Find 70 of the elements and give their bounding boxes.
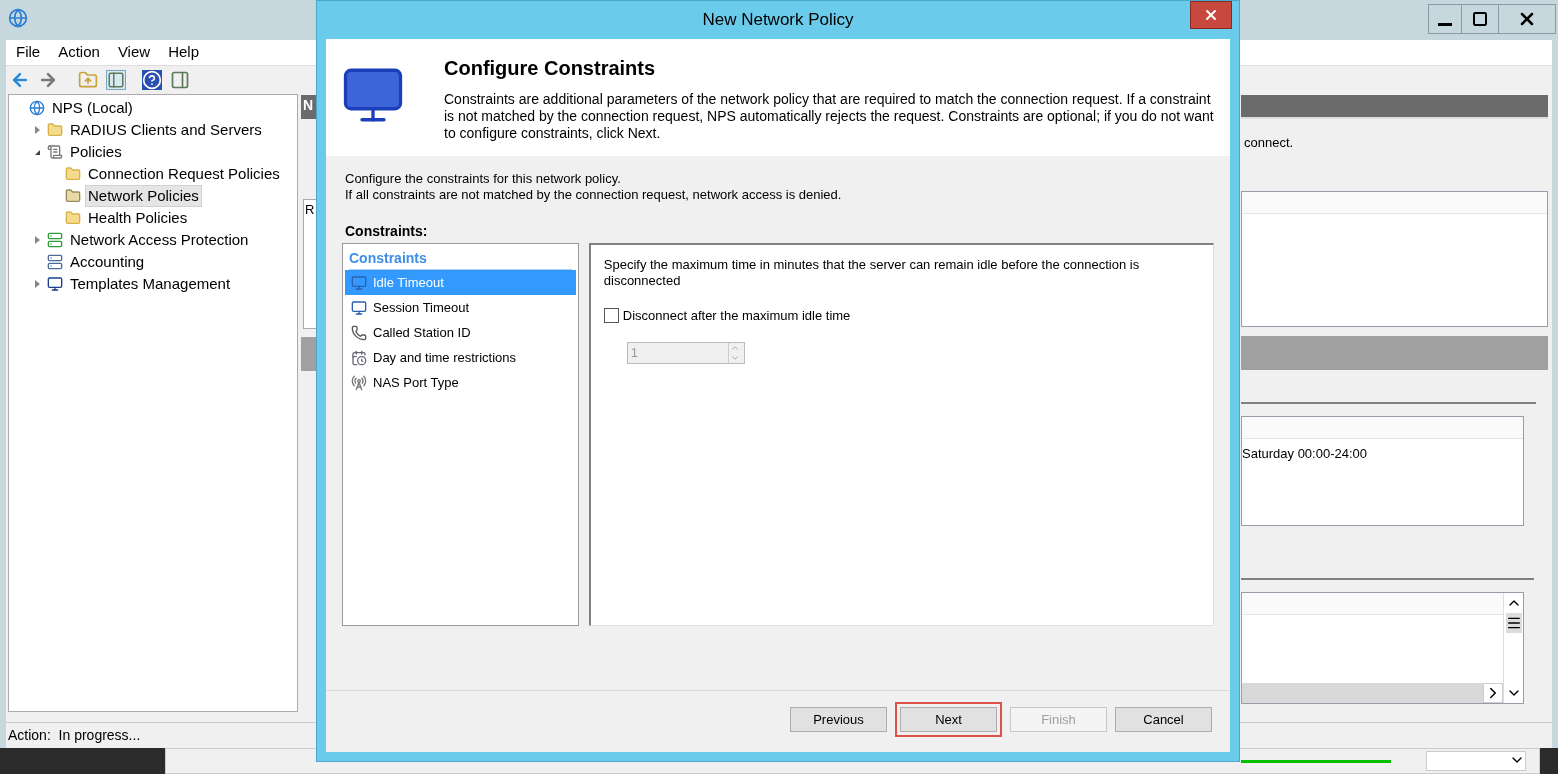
checkbox-label[interactable]: Disconnect after the maximum idle time bbox=[622, 306, 851, 326]
panel-icon[interactable] bbox=[170, 70, 190, 90]
tree-item[interactable]: Connection Request Policies bbox=[85, 163, 283, 185]
expand-arrow-icon[interactable] bbox=[35, 126, 40, 134]
pane-header: N bbox=[301, 95, 317, 119]
page-heading: Configure Constraints bbox=[444, 56, 657, 81]
monitor-icon bbox=[351, 299, 367, 316]
constraint-item[interactable]: Day and time restrictions bbox=[345, 345, 576, 370]
server-icon bbox=[47, 254, 63, 270]
calendar-clock-icon bbox=[351, 349, 367, 366]
collapse-arrow-icon[interactable] bbox=[35, 149, 40, 155]
tree-item[interactable]: Policies bbox=[67, 141, 125, 163]
scroll-thumb-icon[interactable] bbox=[1505, 612, 1522, 633]
menu-item[interactable]: View bbox=[117, 41, 151, 64]
phone-icon bbox=[351, 324, 367, 341]
back-icon[interactable] bbox=[10, 70, 30, 90]
menu-item[interactable]: File bbox=[16, 41, 41, 64]
tree-item[interactable]: Network Access Protection bbox=[67, 229, 252, 251]
folder-icon bbox=[47, 122, 63, 138]
folder-icon bbox=[65, 188, 81, 204]
monitor-icon bbox=[351, 274, 367, 291]
tree-item[interactable]: RADIUS Clients and Servers bbox=[67, 119, 265, 141]
close-button[interactable] bbox=[1498, 4, 1556, 34]
antenna-icon bbox=[351, 374, 367, 391]
vertical-scrollbar[interactable] bbox=[1503, 592, 1523, 703]
minimize-icon bbox=[1438, 23, 1452, 26]
section-bar bbox=[301, 337, 317, 371]
expand-arrow-icon[interactable] bbox=[35, 280, 40, 288]
minimize-button[interactable] bbox=[1428, 4, 1462, 34]
constraint-item[interactable]: Session Timeout bbox=[345, 295, 576, 320]
monitor-icon bbox=[47, 276, 63, 292]
folder-icon bbox=[65, 210, 81, 226]
expand-arrow-icon[interactable] bbox=[35, 236, 40, 244]
description-text: connect. bbox=[1244, 134, 1295, 152]
menu-item[interactable]: Action bbox=[58, 41, 100, 64]
intro-text: If all constraints are not matched by the connection request, network access is denied. bbox=[345, 187, 843, 203]
maximize-icon bbox=[1472, 11, 1488, 27]
wizard-button[interactable]: Cancel bbox=[1115, 707, 1212, 733]
globe-icon bbox=[29, 100, 45, 116]
tree-item[interactable]: Templates Management bbox=[67, 273, 234, 295]
column-header[interactable]: R bbox=[304, 200, 316, 220]
dialog-title: New Network Policy bbox=[702, 9, 854, 32]
tree-item[interactable]: Network Policies bbox=[85, 185, 202, 207]
help-icon[interactable] bbox=[142, 70, 162, 90]
scroll-right-icon[interactable] bbox=[1483, 682, 1503, 703]
status-text: Action: In progress... bbox=[7, 726, 141, 745]
close-icon bbox=[1203, 7, 1219, 23]
constraint-item[interactable]: NAS Port Type bbox=[345, 370, 576, 395]
intro-text: Configure the constraints for this network policy. bbox=[345, 171, 622, 187]
horizontal-scrollbar[interactable] bbox=[1242, 682, 1503, 703]
tree-item[interactable]: Health Policies bbox=[85, 207, 191, 229]
page-description: Constraints are additional parameters of the network policy that are required to match the connection request. If a constraint is not matched by the connection request, NPS automatically rejects the request. Constraints are optional; if you do not want to configure constraints, click Next. bbox=[444, 91, 1215, 142]
tree-item[interactable]: Accounting bbox=[67, 251, 148, 273]
tree-item[interactable]: NPS (Local) bbox=[49, 97, 136, 119]
constraints-label: Constraints: bbox=[345, 223, 429, 239]
constraint-item[interactable]: Called Station ID bbox=[345, 320, 576, 345]
setting-description: Specify the maximum time in minutes that the server can remain idle before the connection is disconnected bbox=[603, 257, 1141, 289]
forward-icon[interactable] bbox=[38, 70, 58, 90]
checkbox[interactable] bbox=[603, 308, 619, 324]
schedule-text: Saturday 00:00-24:00 bbox=[1242, 444, 1369, 463]
folder-icon bbox=[65, 166, 81, 182]
maximize-button[interactable] bbox=[1462, 4, 1498, 34]
panel-icon[interactable] bbox=[106, 70, 126, 90]
wizard-button[interactable]: Previous bbox=[790, 707, 887, 733]
wizard-button[interactable]: Next bbox=[900, 707, 997, 733]
menu-item[interactable]: Help bbox=[168, 41, 199, 64]
server-icon bbox=[47, 232, 63, 248]
close-button[interactable] bbox=[1190, 1, 1232, 29]
scroll-icon bbox=[47, 144, 63, 160]
app-icon bbox=[8, 8, 28, 28]
